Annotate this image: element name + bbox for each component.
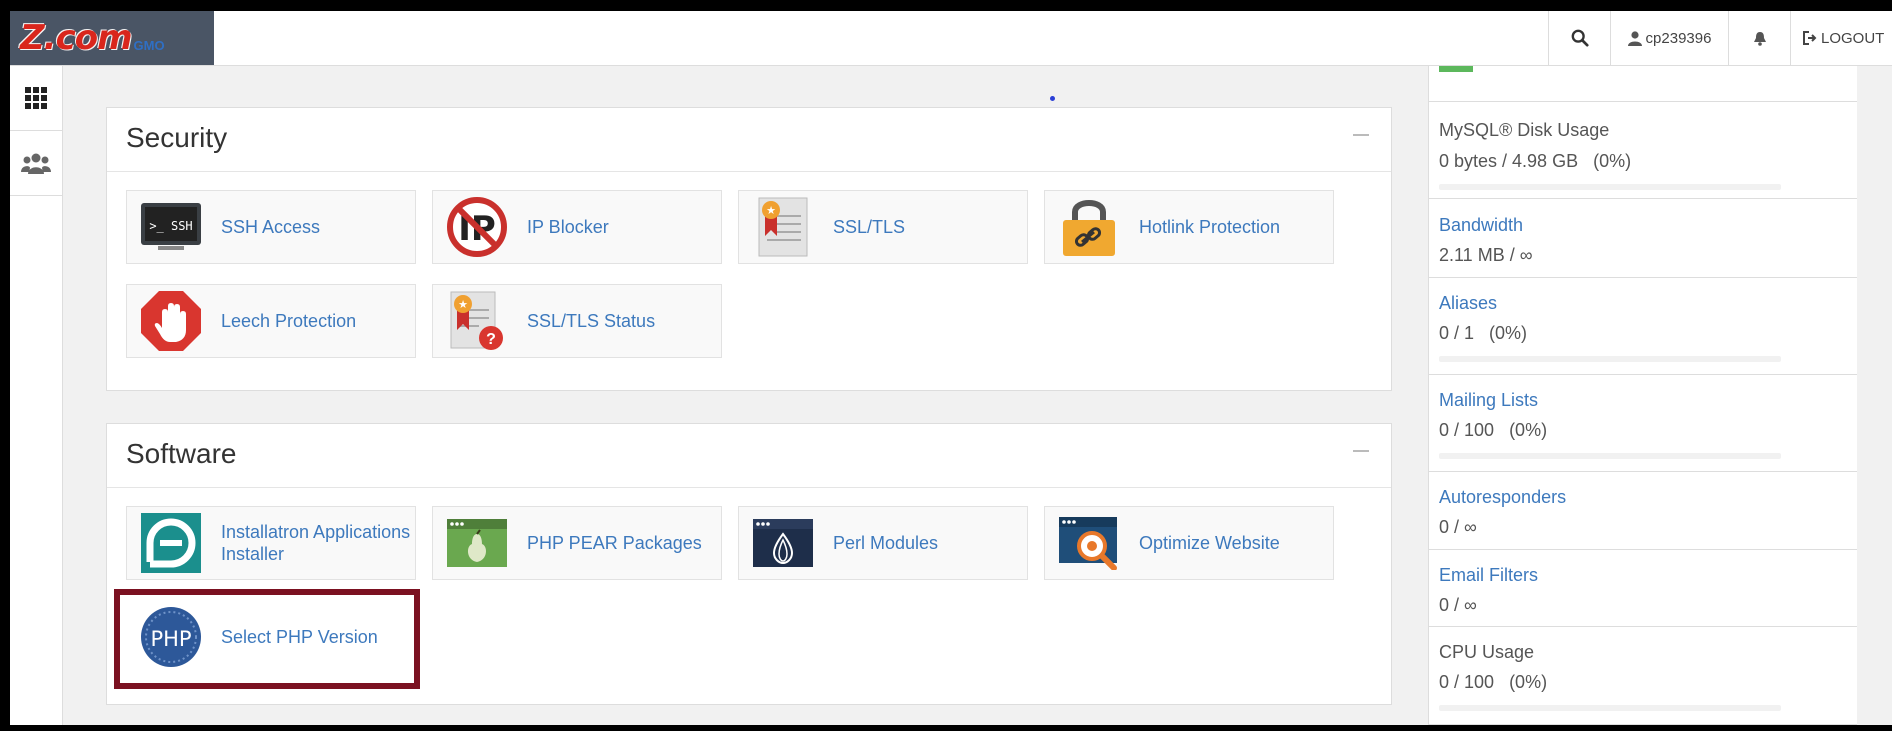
stat-name-link[interactable]: Email Filters: [1439, 565, 1538, 586]
software-header[interactable]: Software: [107, 424, 1391, 488]
stat-value: 0 / 100 (0%): [1439, 420, 1548, 440]
usage-bar: [1439, 453, 1781, 459]
perl-modules-item[interactable]: Perl Modules: [738, 506, 1028, 580]
stat-row-partial: [1429, 66, 1857, 102]
ip-blocker-icon: IP: [445, 195, 509, 259]
ip-blocker-label: IP Blocker: [527, 217, 609, 237]
software-title: Software: [126, 438, 237, 469]
ssh-access-label: SSH Access: [221, 217, 321, 237]
usage-bar: [1439, 356, 1781, 362]
logout-icon: [1803, 31, 1817, 45]
certificate-question-icon: ★ ?: [445, 289, 509, 353]
statistics-panel: MySQL® Disk Usage 0 bytes / 4.98 GB (0%)…: [1428, 66, 1857, 725]
selection-highlight: [114, 589, 420, 689]
brand-logo[interactable]: Z.com GMO: [10, 11, 214, 65]
brand-name: Z.com: [20, 18, 133, 58]
user-menu[interactable]: cp239396: [1610, 11, 1728, 65]
perl-modules-label: Perl Modules: [833, 533, 939, 553]
pear-package-icon: [445, 511, 509, 575]
svg-text:?: ?: [486, 331, 496, 348]
optimize-website-label: Optimize Website: [1139, 533, 1280, 553]
stat-name-link[interactable]: Bandwidth: [1439, 215, 1523, 236]
stat-row: Mailing Lists 0 / 100 (0%): [1429, 375, 1857, 472]
stat-row: Aliases 0 / 1 (0%): [1429, 278, 1857, 375]
padlock-link-icon: [1057, 195, 1121, 259]
stat-name-link[interactable]: Autoresponders: [1439, 487, 1566, 508]
bell-icon: [1753, 31, 1766, 46]
logout-button[interactable]: LOGOUT: [1790, 11, 1892, 65]
security-title: Security: [126, 122, 228, 153]
svg-text:>_ SSH: >_ SSH: [149, 219, 192, 233]
certificate-icon: ★: [751, 195, 815, 259]
usage-bar: [1439, 705, 1781, 711]
stat-row: Autoresponders 0 / ∞: [1429, 472, 1857, 550]
notifications-button[interactable]: [1728, 11, 1790, 65]
brand-sub: GMO: [133, 37, 165, 53]
cpanel-window: Z.com GMO cp239396 LOGOUT Security >_ SS…: [10, 11, 1892, 725]
php-pear-item[interactable]: PHP PEAR Packages: [432, 506, 722, 580]
top-bar: Z.com GMO cp239396 LOGOUT: [10, 11, 1892, 66]
stat-value: 0 bytes / 4.98 GB (0%): [1439, 151, 1632, 171]
ssh-access-item[interactable]: >_ SSH SSH Access: [126, 190, 416, 264]
stat-value: 0 / 100 (0%): [1439, 672, 1548, 692]
svg-text:★: ★: [766, 205, 776, 217]
stat-name: CPU Usage: [1439, 642, 1535, 662]
stat-row: CPU Usage 0 / 100 (0%): [1429, 627, 1857, 725]
nav-users[interactable]: [10, 131, 62, 196]
left-sidebar: [10, 66, 63, 725]
installatron-item[interactable]: Installatron Applications Installer: [126, 506, 416, 580]
ssh-terminal-icon: >_ SSH: [139, 195, 203, 259]
loading-dot: [1050, 96, 1055, 101]
stat-name-link[interactable]: Mailing Lists: [1439, 390, 1538, 411]
hotlink-protection-label: Hotlink Protection: [1139, 217, 1281, 237]
collapse-icon[interactable]: [1353, 450, 1369, 452]
optimize-website-item[interactable]: Optimize Website: [1044, 506, 1334, 580]
ssl-tls-status-item[interactable]: ★ ? SSL/TLS Status: [432, 284, 722, 358]
stat-row: Bandwidth 2.11 MB / ∞: [1429, 199, 1857, 278]
svg-text:★: ★: [458, 299, 468, 311]
security-panel: Security >_ SSH SSH Access IP Blocker ★ …: [106, 107, 1392, 391]
stop-hand-icon: [139, 289, 203, 353]
logout-label: LOGOUT: [1821, 29, 1885, 47]
stat-value: 0 / 1 (0%): [1439, 323, 1528, 343]
security-header[interactable]: Security: [107, 108, 1391, 172]
installatron-label: Installatron Applications Installer: [221, 522, 411, 564]
stat-name: MySQL® Disk Usage: [1439, 120, 1610, 140]
search-button[interactable]: [1548, 11, 1610, 65]
users-group-icon: [21, 153, 51, 174]
stat-value: 0 / ∞: [1439, 517, 1477, 537]
stat-value: 0 / ∞: [1439, 595, 1477, 615]
leech-protection-label: Leech Protection: [221, 311, 357, 331]
collapse-icon[interactable]: [1353, 134, 1369, 136]
ssl-tls-item[interactable]: ★ SSL/TLS: [738, 190, 1028, 264]
stat-value: 2.11 MB / ∞: [1439, 245, 1533, 265]
user-icon: [1627, 30, 1642, 46]
hotlink-protection-item[interactable]: Hotlink Protection: [1044, 190, 1334, 264]
search-icon: [1571, 29, 1589, 47]
php-pear-label: PHP PEAR Packages: [527, 533, 702, 553]
perl-onion-icon: [751, 511, 815, 575]
stat-row: MySQL® Disk Usage 0 bytes / 4.98 GB (0%): [1429, 102, 1857, 199]
installatron-icon: [139, 511, 203, 575]
ssl-tls-status-label: SSL/TLS Status: [527, 311, 656, 331]
stat-row: Email Filters 0 / ∞: [1429, 550, 1857, 627]
ssl-tls-label: SSL/TLS: [833, 217, 906, 237]
usage-bar: [1439, 184, 1781, 190]
leech-protection-item[interactable]: Leech Protection: [126, 284, 416, 358]
nav-home[interactable]: [10, 66, 62, 131]
username-label: cp239396: [1645, 29, 1712, 47]
ip-blocker-item[interactable]: IP IP Blocker: [432, 190, 722, 264]
grid-icon: [25, 87, 47, 109]
optimize-gear-icon: [1057, 511, 1121, 575]
stat-name-link[interactable]: Aliases: [1439, 293, 1497, 314]
